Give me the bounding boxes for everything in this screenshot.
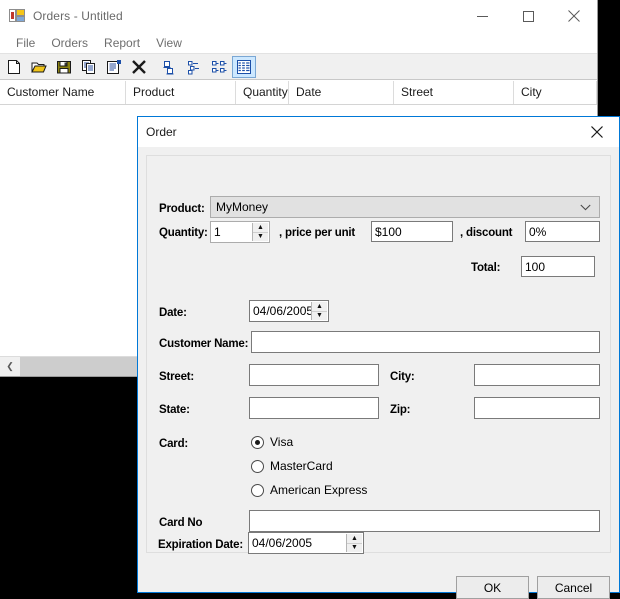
date-label: Date:: [159, 307, 187, 319]
toolbar: [0, 54, 597, 80]
chevron-down-icon: [580, 200, 591, 214]
spinner-up-icon[interactable]: ▲: [253, 223, 268, 233]
quantity-spinner[interactable]: ▲ ▼: [252, 223, 268, 241]
radio-mastercard-icon[interactable]: [251, 459, 264, 473]
radio-visa-icon[interactable]: [251, 435, 264, 449]
minimize-icon[interactable]: [459, 0, 505, 32]
city-field[interactable]: [474, 364, 600, 386]
dialog-body: Product: MyMoney Quantity: 1 ▲ ▼ , price…: [138, 147, 619, 599]
spinner-up-icon[interactable]: ▲: [347, 534, 362, 544]
discount-value: 0%: [529, 224, 547, 239]
customer-name-field[interactable]: [251, 331, 600, 353]
copy-icon[interactable]: [77, 56, 101, 78]
ok-button[interactable]: OK: [456, 576, 529, 599]
dialog-title-bar: Order: [138, 117, 619, 147]
city-label: City:: [390, 371, 415, 383]
price-per-unit-field[interactable]: $100: [371, 221, 453, 242]
zip-label: Zip:: [390, 404, 411, 416]
discount-label: , discount: [460, 227, 513, 239]
spinner-down-icon[interactable]: ▼: [253, 233, 268, 242]
discount-field[interactable]: 0%: [525, 221, 600, 242]
total-label: Total:: [471, 262, 501, 274]
large-icons-icon[interactable]: [157, 56, 181, 78]
zip-field[interactable]: [474, 397, 600, 419]
card-option-american-express[interactable]: American Express: [251, 483, 367, 497]
date-value: 04/06/2005: [253, 304, 314, 318]
properties-icon[interactable]: [102, 56, 126, 78]
price-per-unit-label: , price per unit: [279, 227, 356, 239]
date-picker[interactable]: 04/06/2005 ▲ ▼: [249, 300, 329, 322]
price-per-unit-value: $100: [375, 224, 402, 239]
radio-amex-icon[interactable]: [251, 483, 264, 497]
column-header-quantity[interactable]: Quantity: [236, 81, 289, 104]
caption-button-group: [459, 0, 597, 32]
column-header-city[interactable]: City: [514, 81, 597, 104]
date-spinner[interactable]: ▲ ▼: [311, 302, 327, 320]
street-label: Street:: [159, 371, 195, 383]
order-dialog: Order Product: MyMoney Quantity: 1 ▲ ▼ ,…: [137, 116, 620, 599]
product-label: Product:: [159, 203, 205, 215]
column-header-street[interactable]: Street: [394, 81, 514, 104]
customer-name-label: Customer Name:: [159, 338, 249, 350]
delete-x-icon[interactable]: [127, 56, 151, 78]
window-title: Orders - Untitled: [33, 9, 123, 23]
product-select[interactable]: MyMoney: [210, 196, 600, 218]
spinner-down-icon[interactable]: ▼: [347, 544, 362, 553]
order-fieldset: Product: MyMoney Quantity: 1 ▲ ▼ , price…: [146, 155, 611, 553]
menu-item-report[interactable]: Report: [96, 34, 148, 52]
maximize-icon[interactable]: [505, 0, 551, 32]
card-option-visa[interactable]: Visa: [251, 435, 293, 449]
total-field: 100: [521, 256, 595, 277]
product-select-value: MyMoney: [216, 200, 269, 214]
card-option-mastercard[interactable]: MasterCard: [251, 459, 333, 473]
menu-bar: File Orders Report View: [0, 32, 597, 54]
card-no-field[interactable]: [249, 510, 600, 532]
spinner-up-icon[interactable]: ▲: [312, 302, 327, 312]
new-icon[interactable]: [2, 56, 26, 78]
dialog-title: Order: [146, 125, 177, 139]
title-bar: Orders - Untitled: [0, 0, 597, 32]
cancel-button[interactable]: Cancel: [537, 576, 610, 599]
column-header-customer-name[interactable]: Customer Name: [0, 81, 126, 104]
expiration-date-value: 04/06/2005: [252, 536, 313, 550]
app-form-icon: [9, 8, 25, 24]
small-icons-icon[interactable]: [182, 56, 206, 78]
close-icon[interactable]: [575, 117, 619, 147]
expiration-date-picker[interactable]: 04/06/2005 ▲ ▼: [248, 532, 364, 554]
card-option-visa-label: Visa: [270, 435, 294, 449]
quantity-stepper[interactable]: 1 ▲ ▼: [210, 221, 270, 243]
quantity-label: Quantity:: [159, 227, 208, 239]
save-floppy-icon[interactable]: [52, 56, 76, 78]
menu-item-orders[interactable]: Orders: [43, 34, 96, 52]
details-icon[interactable]: [232, 55, 256, 78]
state-label: State:: [159, 404, 190, 416]
menu-item-file[interactable]: File: [8, 34, 43, 52]
spinner-down-icon[interactable]: ▼: [312, 312, 327, 321]
list-icon[interactable]: [207, 56, 231, 78]
list-header-row: Customer Name Product Quantity Date Stre…: [0, 81, 597, 105]
expiration-spinner[interactable]: ▲ ▼: [346, 534, 362, 552]
scroll-left-arrow-icon[interactable]: ❮: [0, 357, 20, 376]
menu-item-view[interactable]: View: [148, 34, 190, 52]
expiration-date-label: Expiration Date:: [158, 539, 243, 551]
column-header-date[interactable]: Date: [289, 81, 394, 104]
column-header-product[interactable]: Product: [126, 81, 236, 104]
card-option-mastercard-label: MasterCard: [270, 459, 333, 473]
state-field[interactable]: [249, 397, 379, 419]
close-icon[interactable]: [551, 0, 597, 32]
card-label: Card:: [159, 438, 189, 450]
card-option-amex-label: American Express: [270, 483, 368, 497]
card-no-label: Card No: [159, 517, 203, 529]
quantity-value: 1: [214, 225, 221, 239]
total-value: 100: [525, 259, 546, 274]
open-folder-icon[interactable]: [27, 56, 51, 78]
street-field[interactable]: [249, 364, 379, 386]
